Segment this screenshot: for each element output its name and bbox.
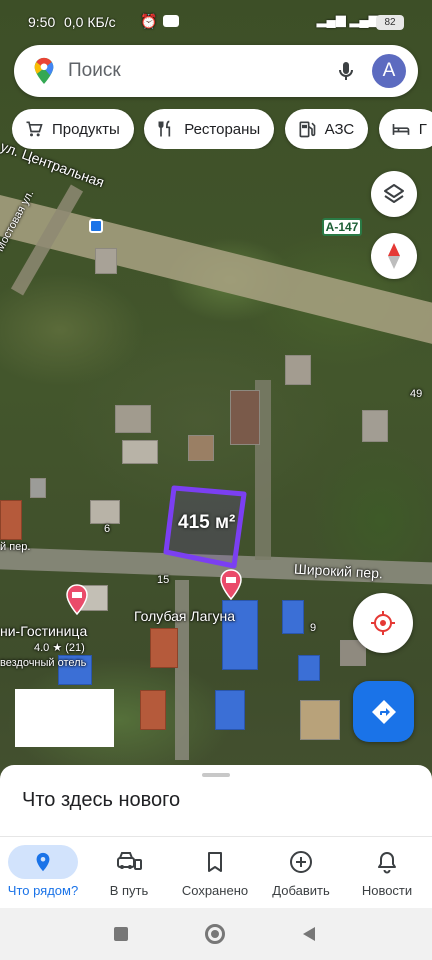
building xyxy=(285,355,311,385)
road-lower xyxy=(175,580,189,760)
house-number: 9 xyxy=(310,622,317,634)
car-icon xyxy=(117,852,142,870)
building xyxy=(90,500,120,524)
chip-restaurants[interactable]: Рестораны xyxy=(144,109,275,149)
system-nav-bar xyxy=(0,908,432,960)
building xyxy=(115,405,151,433)
bus-stop-icon[interactable] xyxy=(89,219,103,233)
blank-overlay-box xyxy=(15,689,114,747)
alarm-icon: ⏰ xyxy=(140,13,158,29)
microphone-icon[interactable] xyxy=(334,59,358,83)
nav-label: Новости xyxy=(361,883,413,898)
place-rating-hotel: 4.0 ★ (21) xyxy=(34,642,85,654)
place-label-hotel[interactable]: ни-Гостиница xyxy=(0,623,87,639)
category-chips: Продукты Рестораны АЗС Г xyxy=(12,109,432,149)
search-input[interactable] xyxy=(68,57,318,85)
building xyxy=(122,440,158,464)
chip-label: Рестораны xyxy=(184,120,261,138)
nav-explore[interactable]: Что рядом? xyxy=(0,837,86,909)
building xyxy=(30,478,46,498)
chip-label: АЗС xyxy=(324,120,355,138)
nav-icon-wrap xyxy=(352,845,422,879)
nav-icon-wrap xyxy=(266,845,336,879)
nav-label: Добавить xyxy=(272,883,330,898)
home-button[interactable] xyxy=(205,924,225,944)
nav-icon-wrap xyxy=(94,845,164,879)
building xyxy=(300,700,340,740)
street-label-shirokiy-left: й пер. xyxy=(0,541,31,553)
building xyxy=(95,248,117,274)
building xyxy=(188,435,214,461)
bed-icon xyxy=(392,124,410,135)
network-speed: 0,0 КБ/с xyxy=(64,14,116,30)
building xyxy=(140,690,166,730)
building xyxy=(0,500,22,540)
building xyxy=(230,390,260,445)
compass-icon xyxy=(388,243,400,269)
nav-updates[interactable]: Новости xyxy=(344,837,430,909)
building xyxy=(298,655,320,681)
chip-gas-stations[interactable]: АЗС xyxy=(284,109,369,149)
gas-station-icon xyxy=(299,121,316,138)
hotel-pin-icon[interactable] xyxy=(219,569,243,601)
building xyxy=(215,690,245,730)
hotel-pin-icon[interactable] xyxy=(65,584,89,616)
nav-label: Сохранено xyxy=(181,883,249,898)
building xyxy=(150,628,178,668)
chip-label: Г xyxy=(418,120,427,138)
nav-go[interactable]: В путь xyxy=(86,837,172,909)
bell-icon xyxy=(378,852,396,874)
layers-icon xyxy=(384,184,404,203)
area-measure-label: 415 м² xyxy=(178,512,236,533)
nav-contribute[interactable]: Добавить xyxy=(258,837,344,909)
nav-saved[interactable]: Сохранено xyxy=(172,837,258,909)
house-number: 49 xyxy=(410,388,423,400)
bottom-nav: Что рядом? В путь Сохранено Добавить Нов… xyxy=(0,836,432,908)
building xyxy=(282,600,304,634)
nav-icon-wrap xyxy=(180,845,250,879)
recents-button[interactable] xyxy=(114,927,128,941)
directions-icon xyxy=(371,699,396,724)
building xyxy=(362,410,388,442)
place-type-hotel: вездочный отель xyxy=(0,657,87,669)
chip-label: Продукты xyxy=(52,120,120,138)
directions-button[interactable] xyxy=(353,681,414,742)
fork-knife-icon xyxy=(158,120,171,137)
highway-badge: А-147 xyxy=(322,218,362,236)
google-maps-logo-icon xyxy=(34,57,54,84)
house-number: 6 xyxy=(104,523,111,535)
back-icon[interactable] xyxy=(301,926,317,942)
youtube-icon xyxy=(163,15,179,27)
nav-icon-wrap xyxy=(8,845,78,879)
place-label-laguna[interactable]: Голубая Лагуна xyxy=(134,608,235,624)
location-pin-icon xyxy=(36,852,50,872)
status-bar: 9:50 0,0 КБ/с ⏰ ▂▄▆ ▂▄▆ ◔ 82 xyxy=(0,0,432,44)
add-circle-icon xyxy=(290,851,312,873)
chip-groceries[interactable]: Продукты xyxy=(12,109,134,149)
search-bar[interactable]: А xyxy=(14,45,418,97)
sheet-title: Что здесь нового xyxy=(22,789,181,811)
chip-hotels[interactable]: Г xyxy=(378,109,432,149)
location-target-icon xyxy=(371,611,395,635)
home-dot xyxy=(211,930,219,938)
cart-icon xyxy=(26,121,43,137)
bookmark-icon xyxy=(208,852,222,872)
avatar[interactable]: А xyxy=(372,54,406,88)
compass-button[interactable] xyxy=(371,233,417,279)
sheet-drag-handle[interactable] xyxy=(202,773,230,777)
nav-label: Что рядом? xyxy=(7,883,79,898)
bottom-sheet[interactable]: Что здесь нового xyxy=(0,765,432,845)
status-time: 9:50 xyxy=(28,14,56,30)
layers-button[interactable] xyxy=(371,171,417,217)
battery-icon: 82 xyxy=(376,15,404,30)
my-location-button[interactable] xyxy=(353,593,413,653)
nav-label: В путь xyxy=(109,883,149,898)
